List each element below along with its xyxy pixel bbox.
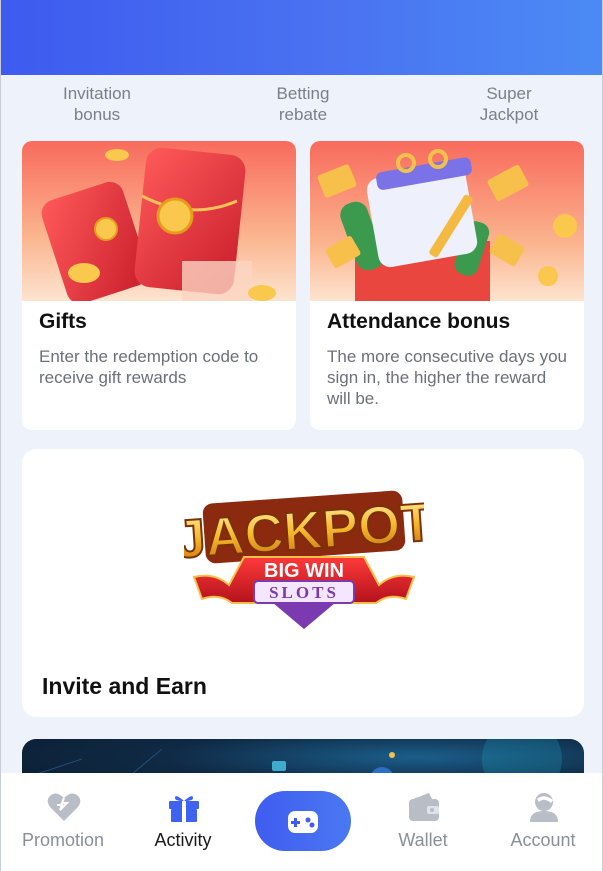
page: Invitation bonus Betting rebate Super Ja…: [0, 0, 603, 871]
nav-promotion[interactable]: Promotion: [3, 773, 123, 871]
gift-icon: [169, 796, 199, 822]
account-icon: [530, 793, 558, 822]
nav-promotion-label: Promotion: [21, 830, 105, 850]
quick-link-invitation-bonus[interactable]: Invitation bonus: [42, 83, 152, 125]
invite-title: Invite and Earn: [42, 673, 207, 699]
header-bar: [1, 0, 602, 75]
wallet-icon: [409, 793, 439, 821]
quick-link-betting-rebate[interactable]: Betting rebate: [248, 83, 358, 125]
promotion-icon: [47, 793, 81, 821]
attendance-card[interactable]: Attendance bonus The more consecutive da…: [310, 141, 584, 430]
nav-wallet[interactable]: Wallet: [363, 773, 483, 871]
gifts-description: Enter the redemption code to receive gif…: [39, 347, 259, 387]
nav-wallet-label: Wallet: [398, 830, 448, 850]
nav-account[interactable]: Account: [483, 773, 602, 871]
gifts-card[interactable]: Gifts Enter the redemption code to recei…: [22, 141, 296, 430]
attendance-image: [310, 141, 584, 301]
nav-account-label: Account: [510, 830, 576, 850]
games-center-button[interactable]: [255, 791, 351, 851]
jackpot-logo: JACKPOT BIG WIN SLOTS: [172, 477, 436, 637]
nav-activity[interactable]: Activity: [123, 773, 243, 871]
quick-links: Invitation bonus Betting rebate Super Ja…: [1, 75, 602, 133]
logo-line3: SLOTS: [269, 583, 339, 602]
gifts-image: [22, 141, 296, 301]
invite-and-earn-card[interactable]: JACKPOT BIG WIN SLOTS Invite and Earn: [22, 449, 584, 717]
nav-activity-label: Activity: [154, 830, 212, 850]
logo-line2: BIG WIN: [264, 560, 344, 582]
attendance-title: Attendance bonus: [327, 310, 511, 333]
gifts-title: Gifts: [39, 310, 87, 333]
gamepad-icon: [288, 811, 318, 833]
attendance-description: The more consecutive days you sign in, t…: [327, 347, 568, 408]
quick-link-super-jackpot[interactable]: Super Jackpot: [454, 83, 564, 125]
